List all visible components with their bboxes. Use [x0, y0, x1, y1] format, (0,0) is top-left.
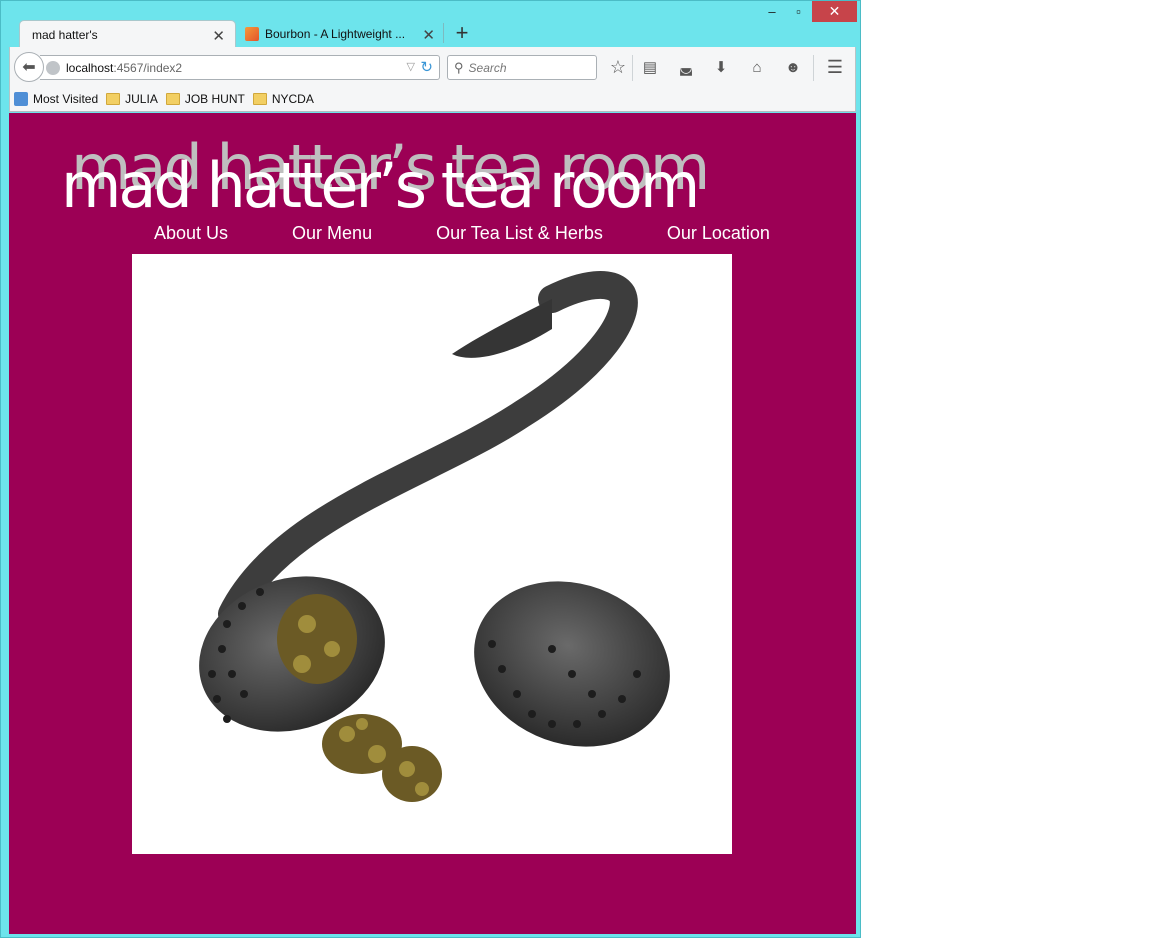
new-tab-icon[interactable]: +: [450, 21, 474, 45]
bookmark-folder-nycda[interactable]: NYCDA: [252, 92, 314, 106]
bookmarks-toolbar: Most Visited JULIA JOB HUNT NYCDA: [9, 87, 856, 112]
minimize-button[interactable]: ‒: [759, 1, 785, 22]
bookmark-label: JULIA: [125, 92, 158, 106]
folder-icon: [165, 93, 180, 105]
search-input[interactable]: ⚲ Search: [447, 55, 597, 80]
close-tab-icon[interactable]: ✕: [212, 27, 225, 45]
tab-divider: [443, 23, 444, 43]
tab-title: mad hatter's: [32, 27, 98, 42]
maximize-button[interactable]: ▫: [785, 1, 812, 22]
nav-link-our-menu[interactable]: Our Menu: [292, 223, 372, 244]
nav-link-tea-list[interactable]: Our Tea List & Herbs: [436, 223, 603, 244]
most-visited-icon: [14, 92, 28, 106]
back-button[interactable]: ⬅: [14, 52, 44, 82]
bookmark-star-icon[interactable]: ☆: [608, 57, 628, 77]
nav-link-about-us[interactable]: About Us: [154, 223, 228, 244]
close-tab-icon[interactable]: ✕: [422, 26, 435, 44]
bookmark-label: NYCDA: [271, 92, 314, 106]
home-icon[interactable]: ⌂: [747, 57, 767, 77]
bourbon-favicon-icon: [245, 27, 259, 41]
toolbar-divider: [813, 55, 814, 81]
navigation-toolbar: localhost:4567/index2 ▽ ↻ ⬅ ⚲ Search ☆ ▤…: [9, 47, 856, 87]
bookmark-folder-job-hunt[interactable]: JOB HUNT: [165, 92, 245, 106]
reload-icon[interactable]: ↻: [420, 58, 433, 76]
hero-image: [132, 254, 732, 854]
pocket-icon[interactable]: ◛: [676, 57, 696, 77]
bookmark-most-visited[interactable]: Most Visited: [14, 92, 98, 106]
search-placeholder: Search: [468, 60, 507, 75]
site-navigation: About Us Our Menu Our Tea List & Herbs O…: [154, 223, 834, 244]
download-icon[interactable]: ⬇: [711, 57, 731, 77]
web-page: mad hatter’s tea room mad hatter’s tea r…: [9, 113, 856, 934]
tab-title: Bourbon - A Lightweight ...: [265, 27, 406, 41]
url-host: localhost: [66, 60, 114, 75]
search-icon: ⚲: [454, 59, 464, 75]
bookmark-folder-julia[interactable]: JULIA: [106, 92, 158, 106]
nav-link-our-location[interactable]: Our Location: [667, 223, 770, 244]
back-arrow-icon: ⬅: [22, 59, 36, 76]
tab-mad-hatters[interactable]: mad hatter's ✕: [19, 20, 236, 48]
toolbar-divider: [632, 55, 633, 81]
globe-icon: [46, 60, 60, 75]
bookmarks-menu-icon[interactable]: ▤: [640, 57, 660, 77]
bookmark-label: JOB HUNT: [184, 92, 245, 106]
hello-chat-icon[interactable]: ☻: [783, 57, 803, 77]
browser-window: ‒ ▫ ✕ mad hatter's ✕ Bourbon - A Lightwe…: [0, 0, 861, 938]
url-path: :4567/index2: [113, 60, 183, 75]
tab-bourbon[interactable]: Bourbon - A Lightweight ... ✕: [239, 20, 441, 48]
tab-strip: ‒ ▫ ✕ mad hatter's ✕ Bourbon - A Lightwe…: [1, 1, 860, 48]
folder-icon: [252, 93, 267, 105]
folder-icon: [106, 93, 121, 105]
bookmark-label: Most Visited: [33, 92, 99, 106]
url-bar[interactable]: localhost:4567/index2 ▽ ↻: [40, 55, 440, 80]
tea-infuser-illustration: [199, 270, 670, 802]
hamburger-menu-icon[interactable]: ☰: [825, 57, 845, 77]
close-window-button[interactable]: ✕: [812, 1, 857, 22]
site-title: mad hatter’s tea room: [61, 149, 700, 222]
history-dropdown-icon[interactable]: ▽: [407, 60, 415, 73]
